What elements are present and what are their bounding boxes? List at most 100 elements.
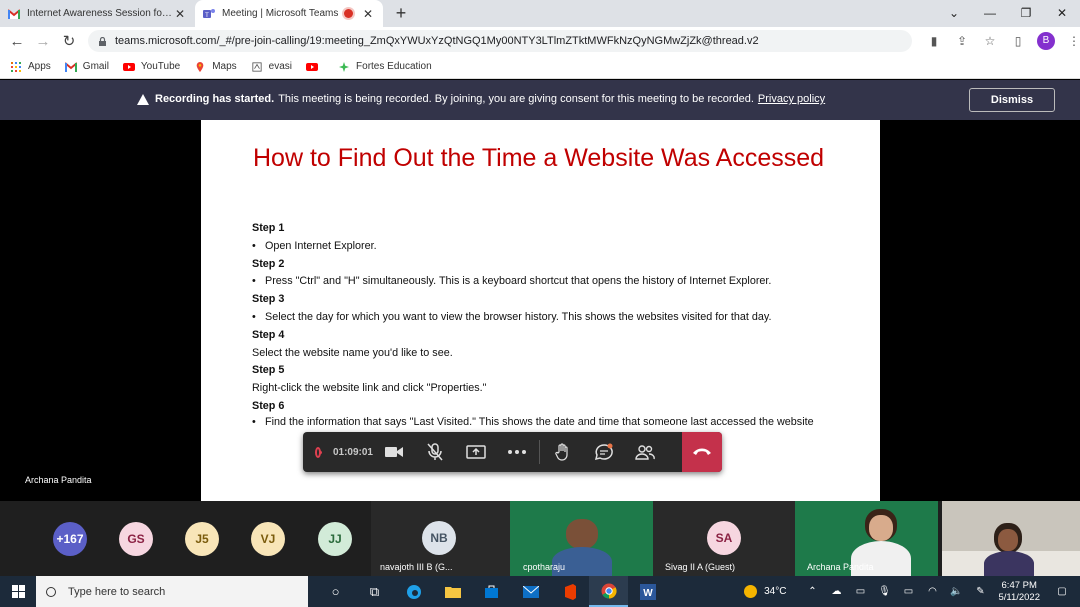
dismiss-button[interactable]: Dismiss [969,88,1055,112]
participant-name: cpotharaju [523,562,566,572]
lock-icon [99,36,106,46]
wifi-icon[interactable]: ◠ [920,586,944,597]
video-camera-icon [384,447,403,457]
participants-button[interactable] [624,432,665,472]
store-icon[interactable] [472,576,511,607]
close-window-button[interactable]: ✕ [1044,0,1080,25]
tab-title: Meeting | Microsoft Teams [222,8,339,19]
address-toolbar: ← → ↻ teams.microsoft.com/_#/pre-join-ca… [0,27,1080,55]
forward-arrow-icon[interactable]: → [30,33,56,50]
share-icon[interactable]: ⇪ [948,34,976,48]
participant-avatar[interactable]: JJ [318,522,352,556]
clock-time: 6:47 PM [1001,579,1037,591]
recording-banner: Recording has started. This meeting is b… [0,80,1080,120]
restore-button[interactable]: ❐ [1008,0,1044,25]
slide-step-heading: Step 1 [252,222,285,234]
participant-tile[interactable]: NB navajoth III B (G... [371,501,510,576]
url-text: teams.microsoft.com/_#/pre-join-calling/… [115,35,759,47]
microphone-icon[interactable]: 🎙 [872,586,896,597]
participant-avatar[interactable]: GS [119,522,153,556]
url-bar[interactable]: teams.microsoft.com/_#/pre-join-calling/… [88,30,912,52]
participant-tile[interactable]: SA Sivag II A (Guest) [653,501,795,576]
mic-off-icon [426,443,443,461]
browser-tab-strip: Internet Awareness Session for P... ✕ T … [0,0,1080,27]
participant-tile-video[interactable] [942,501,1080,576]
presenter-name: Archana Pandita [25,475,92,485]
chat-button[interactable] [583,432,624,472]
mail-icon[interactable] [511,576,550,607]
separator [539,440,540,464]
chrome-icon[interactable] [589,576,628,607]
banner-text: This meeting is being recorded. By joini… [278,93,754,105]
mic-toggle-button[interactable] [414,432,455,472]
fortes-icon [339,61,350,72]
people-icon [634,445,655,460]
reload-icon[interactable]: ↻ [56,32,82,50]
bookmark-fortes[interactable]: Fortes Education [338,61,432,72]
bookmark-maps[interactable]: Maps [194,61,237,72]
close-tab-icon[interactable]: ✕ [173,7,187,21]
onedrive-icon[interactable]: ☁ [824,586,848,597]
pen-icon[interactable]: ✎ [968,586,992,597]
taskbar-search-box[interactable]: Type here to search [36,576,308,607]
participant-tile-video[interactable]: Archana Pandita [795,501,938,576]
svg-text:W: W [643,588,653,599]
profile-avatar[interactable]: B [1037,32,1055,50]
bookmarks-bar: Apps Gmail YouTube Maps evasi Fortes Edu… [0,55,1080,79]
participant-strip: +167 GS J5 VJ JJ NB navajoth III B (G...… [0,501,1080,576]
participant-shirt [984,551,1034,576]
sidepanel-icon[interactable]: ▯ [1004,34,1032,48]
tab-title: Internet Awareness Session for P... [27,8,173,19]
task-view-icon[interactable]: ⧉ [355,576,394,607]
tab-internet-awareness[interactable]: Internet Awareness Session for P... ✕ [0,0,195,27]
chevron-down-icon[interactable]: ⌄ [936,0,972,25]
participant-avatar[interactable]: J5 [185,522,219,556]
svg-text:T: T [205,13,209,19]
privacy-policy-link[interactable]: Privacy policy [758,93,825,105]
slide-step-heading: Step 2 [252,257,285,270]
tab-teams-meeting[interactable]: T Meeting | Microsoft Teams ✕ [195,0,383,27]
meet-now-icon[interactable]: ▭ [848,586,872,597]
cortana-icon[interactable]: ○ [316,576,355,607]
bookmark-evasi[interactable]: evasi [251,61,292,72]
minimize-button[interactable]: — [972,0,1008,25]
participant-avatar: SA [707,521,741,555]
leave-call-button[interactable] [682,432,722,472]
raise-hand-button[interactable] [542,432,583,472]
more-actions-button[interactable] [496,432,537,472]
maps-pin-icon [196,61,204,72]
chevron-up-icon[interactable]: ⌃ [800,586,824,597]
file-explorer-icon[interactable] [433,576,472,607]
gmail-icon [8,8,20,19]
share-screen-button[interactable] [455,432,496,472]
overflow-participants-button[interactable]: +167 [53,522,87,556]
word-icon[interactable]: W [628,576,667,607]
clock[interactable]: 6:47 PM 5/11/2022 [998,580,1040,604]
bookmark-apps[interactable]: Apps [10,61,51,72]
participant-name: Archana Pandita [807,562,874,572]
weather-widget[interactable]: 34°C [744,585,786,598]
close-tab-icon[interactable]: ✕ [361,7,375,21]
battery-icon[interactable]: ▭ [896,586,920,597]
bookmark-youtube-2[interactable] [306,62,324,72]
camera-toggle-button[interactable] [373,432,414,472]
menu-icon[interactable]: ⋮ [1060,34,1080,48]
share-tray-icon [465,445,486,459]
participant-avatar: NB [422,521,456,555]
participant-face [566,519,598,549]
windows-taskbar: Type here to search ○ ⧉ W 34°C ⌃ ☁ ▭ 🎙 ▭… [0,576,1080,607]
bookmark-gmail[interactable]: Gmail [64,61,109,72]
volume-icon[interactable]: 🔈 [944,586,968,597]
office-icon[interactable] [550,576,589,607]
bookmark-star-icon[interactable]: ☆ [976,34,1004,48]
call-controls: 01:09:01 [303,432,722,472]
edge-icon[interactable] [394,576,433,607]
start-button[interactable] [0,576,36,607]
back-arrow-icon[interactable]: ← [4,33,30,50]
bookmark-youtube[interactable]: YouTube [122,61,180,72]
participant-tile-video[interactable]: cpotharaju [510,501,653,576]
camera-icon[interactable]: ▮ [920,34,948,48]
notifications-icon[interactable]: ▢ [1050,586,1074,597]
new-tab-button[interactable]: + [389,0,413,27]
participant-avatar[interactable]: VJ [251,522,285,556]
